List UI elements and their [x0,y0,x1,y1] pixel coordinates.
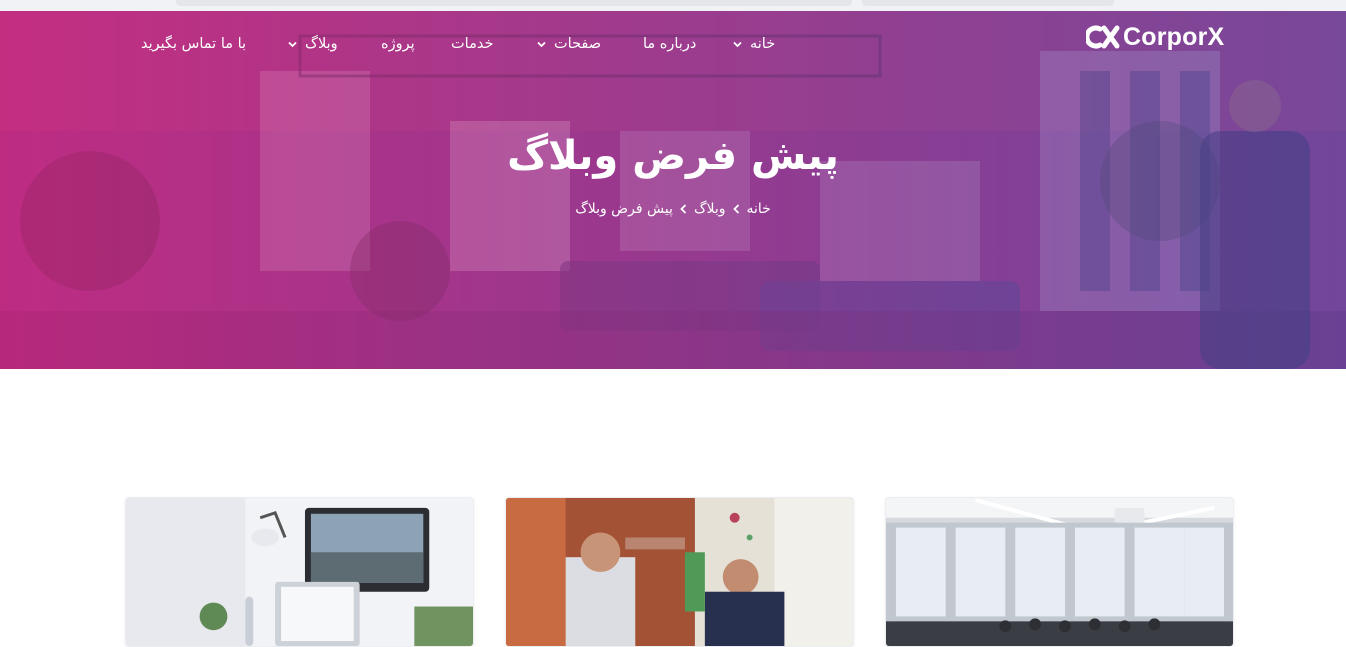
breadcrumb-current-page: پیش فرض وبلاگ [575,201,673,217]
logo-mark-icon [1086,25,1120,49]
nav-blog-label: وبلاگ [305,36,338,52]
chevron-down-icon [288,41,297,48]
chevron-down-icon [733,41,742,48]
nav-item-project[interactable]: پروژه [381,32,415,56]
browser-top-strip [0,0,1346,11]
hero-banner [0,11,1346,369]
blog-card-image[interactable] [505,497,854,647]
chevron-down-icon [537,41,546,48]
breadcrumb-blog-link[interactable]: وبلاگ [694,201,726,217]
corporx-logo[interactable]: CorporX [1086,22,1234,52]
nav-project-label: پروژه [381,36,415,52]
nav-contact-label: با ما تماس بگیرید [141,36,247,52]
nav-services-label: خدمات [451,36,494,52]
blog-card-image[interactable] [885,497,1234,647]
breadcrumb: خانه وبلاگ پیش فرض وبلاگ [0,201,1346,217]
nav-item-services[interactable]: خدمات [451,32,493,56]
chevron-left-icon [732,204,740,214]
nav-item-blog[interactable]: وبلاگ [288,32,338,56]
top-strip-bar [176,0,852,6]
business-high-five-photo [506,498,853,646]
nav-item-pages[interactable]: صفحات [537,32,602,56]
conference-room-meeting-photo [886,498,1233,646]
nav-about-label: درباره ما [643,36,697,52]
breadcrumb-home-link[interactable]: خانه [747,201,771,217]
hero-gradient-overlay [0,11,1346,369]
blog-card-image[interactable] [125,497,474,647]
logo-text: CorporX [1123,22,1225,51]
nav-item-home[interactable]: خانه [733,32,776,56]
top-strip-bar [862,0,1114,6]
chevron-left-icon [680,204,687,214]
nav-item-about[interactable]: درباره ما [643,32,696,56]
nav-home-label: خانه [750,36,776,52]
office-desk-computer-photo [126,498,473,646]
nav-pages-label: صفحات [554,36,602,52]
page-title: پیش فرض وبلاگ [507,133,839,179]
nav-item-contact[interactable]: با ما تماس بگیرید [141,32,246,56]
